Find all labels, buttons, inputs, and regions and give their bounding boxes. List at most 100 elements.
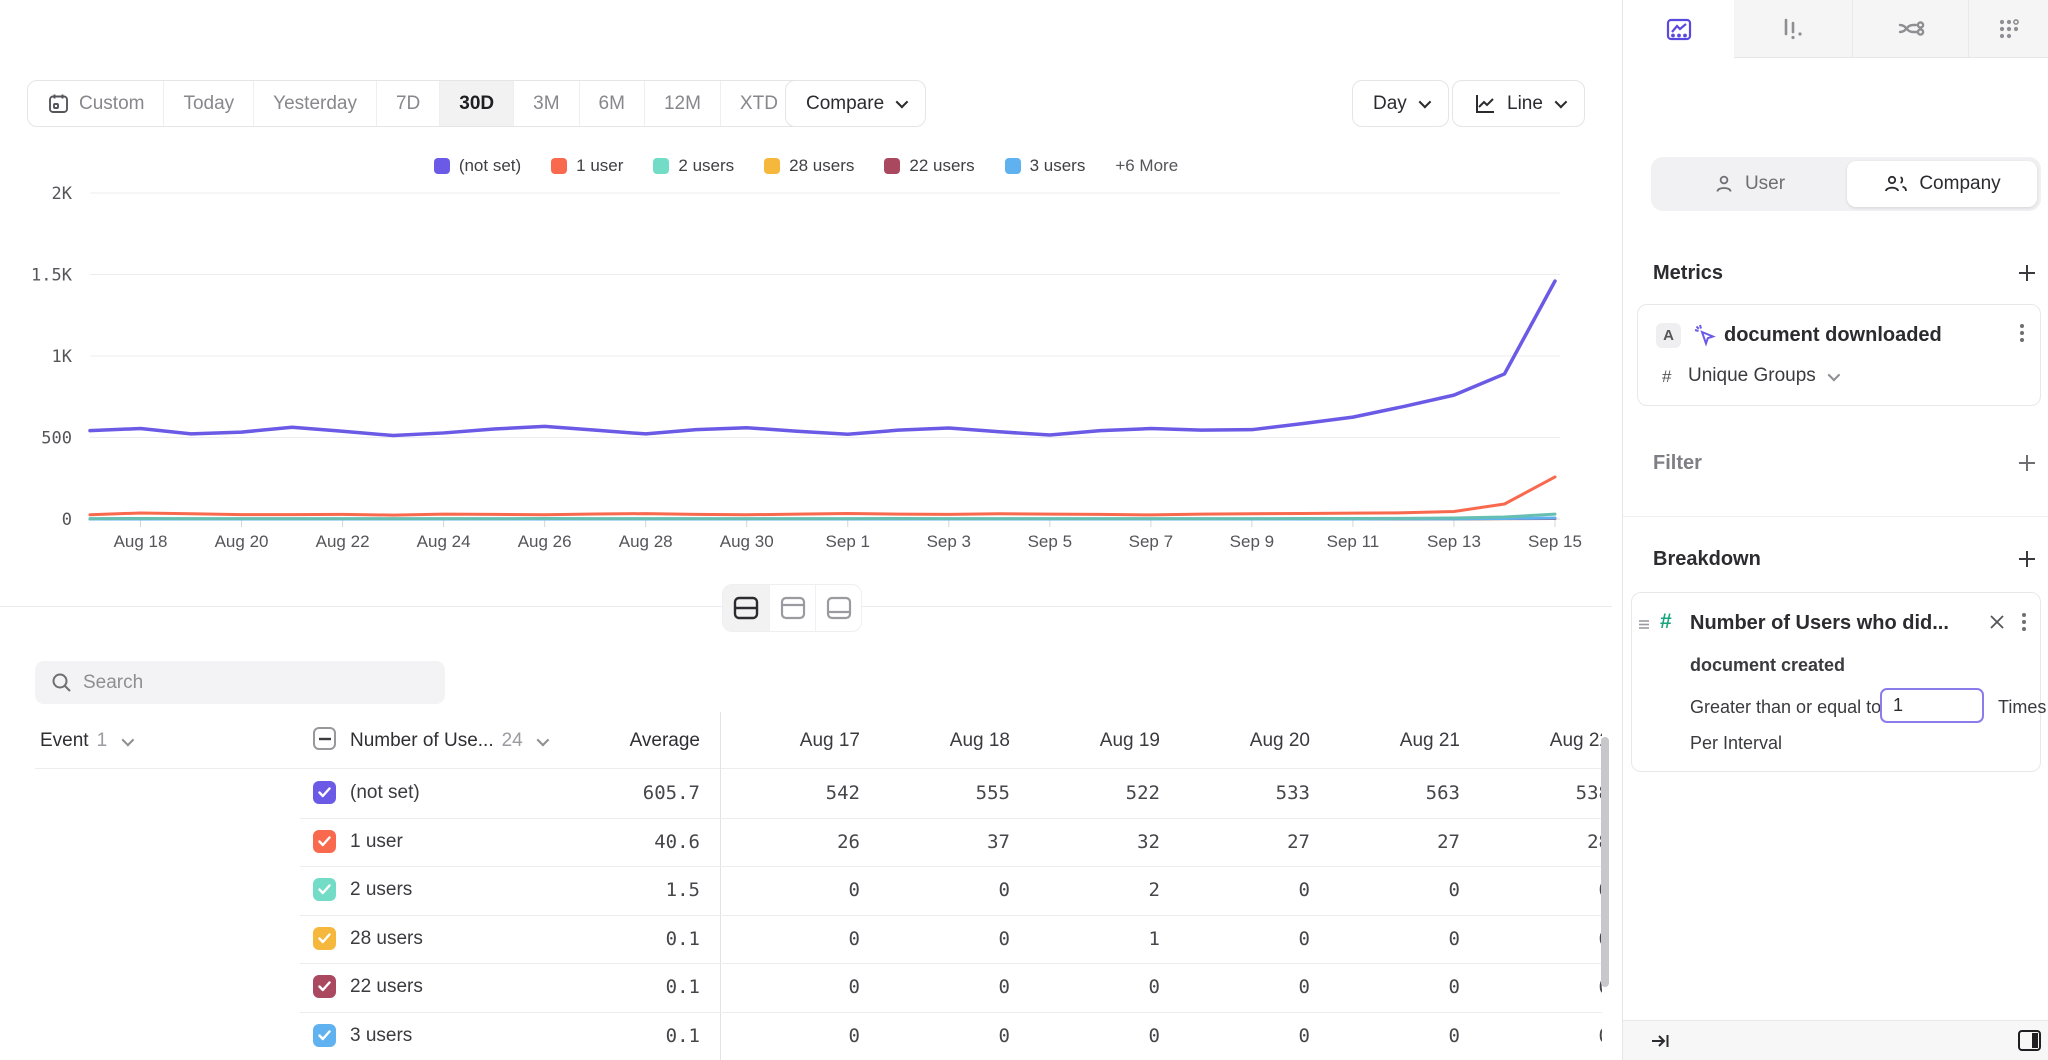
metric-card[interactable]: A document downloaded # Unique Groups: [1637, 304, 2041, 406]
metric-name: document downloaded: [1724, 324, 1942, 347]
table-row[interactable]: 3 users0.1000000: [0, 1012, 1602, 1060]
series-label: 22 users: [350, 976, 423, 998]
event-column-header[interactable]: Event 1: [40, 730, 131, 752]
cell-value: 0: [1190, 1025, 1310, 1047]
chart-style-button[interactable]: Line: [1452, 80, 1585, 127]
scope-company-button[interactable]: Company: [1847, 161, 2037, 207]
range-button-3m[interactable]: 3M: [513, 81, 578, 126]
series-label: 2 users: [350, 879, 412, 901]
drag-handle-icon[interactable]: [1637, 617, 1651, 636]
range-label: 30D: [459, 93, 494, 115]
series-checkbox[interactable]: [313, 781, 336, 804]
search-input[interactable]: [35, 661, 445, 704]
legend-item[interactable]: 3 users: [1005, 156, 1086, 176]
y-axis-label: 500: [41, 429, 72, 449]
range-label: Yesterday: [273, 93, 357, 115]
breakdown-unit-label: Times: [1998, 697, 2046, 718]
collapse-panel-icon[interactable]: [1649, 1030, 1671, 1057]
breakdown-menu-button[interactable]: [2022, 610, 2026, 634]
metric-menu-button[interactable]: [2020, 321, 2024, 345]
x-axis-label: Sep 5: [1028, 532, 1072, 551]
event-header-label: Event: [40, 730, 89, 751]
table-row[interactable]: 28 users0.1001000: [0, 915, 1602, 963]
average-value: 1.5: [580, 879, 700, 901]
add-breakdown-button[interactable]: [2017, 549, 2037, 574]
breakdown-card-title: Number of Users who did...: [1690, 612, 1949, 635]
chart-type-tab-line[interactable]: [1623, 0, 1734, 58]
add-metric-button[interactable]: [2017, 263, 2037, 288]
layout-table-only-button[interactable]: [815, 585, 861, 631]
legend-item[interactable]: 1 user: [551, 156, 623, 176]
legend-item[interactable]: 2 users: [653, 156, 734, 176]
series-checkbox[interactable]: [313, 830, 336, 853]
event-count: 1: [97, 730, 108, 751]
table-row[interactable]: 1 user40.6263732272728: [0, 818, 1602, 866]
search-icon: [50, 671, 73, 699]
cell-value: 0: [1190, 879, 1310, 901]
series-column-header[interactable]: Number of Use...24: [350, 730, 546, 752]
cell-value: 0: [1340, 928, 1460, 950]
cell-value: 0: [1490, 976, 1602, 998]
chart-type-tab-bar[interactable]: [1734, 0, 1852, 58]
layout-split-button[interactable]: [723, 585, 769, 631]
x-axis-label: Aug 18: [114, 532, 168, 551]
interval-button[interactable]: Day: [1352, 80, 1449, 127]
legend-label: (not set): [459, 156, 521, 176]
panel-section-divider: [1623, 516, 2048, 517]
add-filter-button[interactable]: [2017, 453, 2037, 478]
range-button-custom[interactable]: Custom: [28, 81, 163, 126]
range-button-6m[interactable]: 6M: [579, 81, 644, 126]
calendar-icon: [47, 92, 70, 115]
range-button-30d[interactable]: 30D: [439, 81, 513, 126]
average-value: 0.1: [580, 976, 700, 998]
range-label: Custom: [79, 93, 144, 115]
range-button-today[interactable]: Today: [163, 81, 253, 126]
x-axis-label: Aug 24: [417, 532, 471, 551]
range-label: 12M: [664, 93, 701, 115]
series-checkbox[interactable]: [313, 927, 336, 950]
compare-button[interactable]: Compare: [785, 80, 926, 127]
legend-label: 1 user: [576, 156, 623, 176]
legend-swatch: [1005, 158, 1021, 174]
date-column-header: Aug 22: [1490, 730, 1602, 752]
range-button-yesterday[interactable]: Yesterday: [253, 81, 376, 126]
measure-selector[interactable]: Unique Groups: [1688, 365, 1837, 387]
series-select-all-checkbox[interactable]: [313, 727, 336, 750]
breakdown-card[interactable]: # Number of Users who did... document cr…: [1631, 592, 2041, 772]
y-axis-label: 1K: [52, 347, 73, 367]
chevron-down-icon: [1554, 96, 1567, 109]
legend-more-link[interactable]: +6 More: [1115, 156, 1178, 176]
legend-item[interactable]: (not set): [434, 156, 521, 176]
cell-value: 27: [1340, 831, 1460, 853]
series-header-label: Number of Use...: [350, 730, 494, 751]
table-row[interactable]: (not set)605.7542555522533563538: [0, 769, 1602, 817]
range-label: XTD: [740, 93, 778, 115]
breakdown-section-title: Breakdown: [1653, 548, 1761, 571]
scope-user-button[interactable]: User: [1651, 157, 1847, 211]
chart-type-tab-grid[interactable]: [1968, 0, 2048, 58]
average-value: 0.1: [580, 1025, 700, 1047]
legend-item[interactable]: 22 users: [884, 156, 974, 176]
chevron-down-icon: [1828, 369, 1841, 382]
table-row[interactable]: 22 users0.1000000: [0, 963, 1602, 1011]
legend-swatch: [764, 158, 780, 174]
table-scrollbar[interactable]: [1601, 737, 1609, 987]
cell-value: 0: [1340, 1025, 1460, 1047]
breakdown-per-interval-label: Per Interval: [1690, 733, 1782, 754]
range-button-7d[interactable]: 7D: [376, 81, 439, 126]
chart-type-tab-flow[interactable]: [1852, 0, 1968, 58]
range-button-12m[interactable]: 12M: [644, 81, 720, 126]
legend-label: 3 users: [1030, 156, 1086, 176]
x-axis-label: Sep 13: [1427, 532, 1481, 551]
side-panel-icon[interactable]: [2017, 1029, 2042, 1057]
cell-value: 0: [740, 928, 860, 950]
close-icon[interactable]: [1988, 613, 2006, 636]
series-checkbox[interactable]: [313, 878, 336, 901]
series-checkbox[interactable]: [313, 975, 336, 998]
breakdown-value-input[interactable]: [1880, 688, 1984, 723]
table-row[interactable]: 2 users1.5002000: [0, 866, 1602, 914]
series-checkbox[interactable]: [313, 1024, 336, 1047]
average-value: 0.1: [580, 928, 700, 950]
layout-chart-only-button[interactable]: [769, 585, 815, 631]
legend-item[interactable]: 28 users: [764, 156, 854, 176]
